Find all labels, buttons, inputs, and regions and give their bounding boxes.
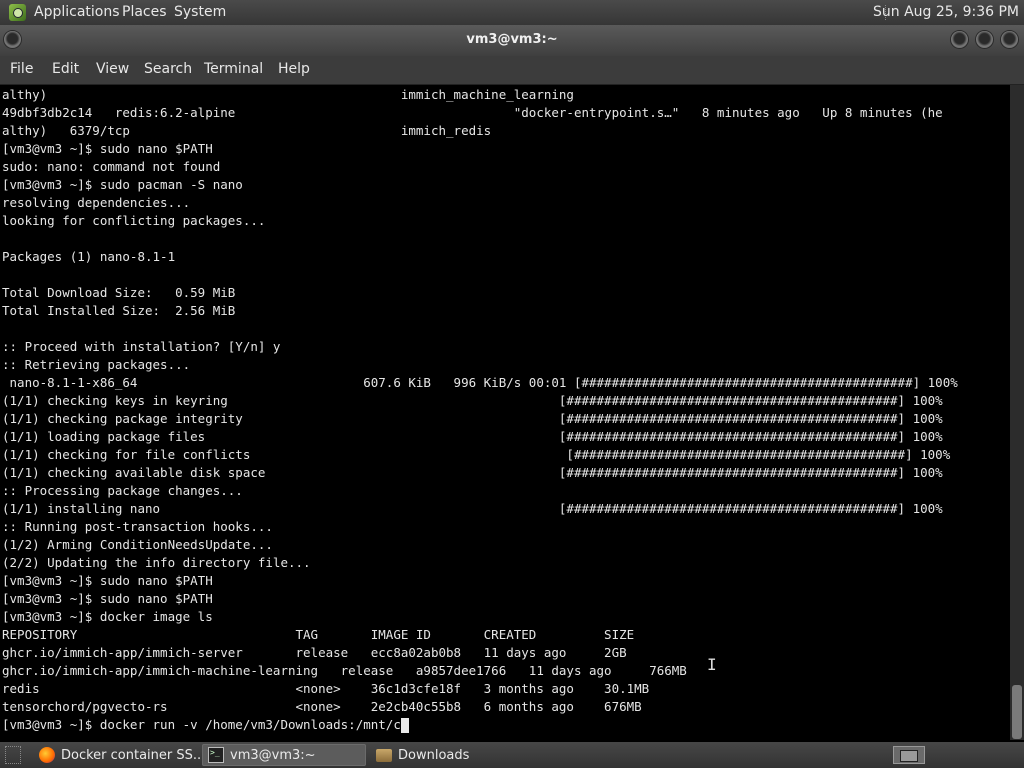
terminal-line: (1/1) checking keys in keyring [########… (2, 393, 943, 408)
terminal-icon (208, 747, 224, 763)
window-title: vm3@vm3:~ (466, 32, 558, 47)
terminal-line: :: Running post-transaction hooks... (2, 519, 273, 534)
terminal-scrollbar[interactable] (1010, 85, 1024, 740)
terminal-line: (1/1) checking available disk space [###… (2, 465, 943, 480)
terminal-line: althy) 6379/tcp immich_redis (2, 123, 492, 138)
terminal-line: :: Retrieving packages... (2, 357, 191, 372)
terminal-line: ghcr.io/immich-app/immich-server release… (2, 645, 627, 660)
terminal-line: (2/2) Updating the info directory file..… (2, 555, 311, 570)
terminal-line: [vm3@vm3 ~]$ docker run -v /home/vm3/Dow… (2, 717, 401, 732)
terminal-line: nano-8.1-1-x86_64 607.6 KiB 996 KiB/s 00… (2, 375, 958, 390)
terminal-output[interactable]: althy) immich_machine_learning 49dbf3db2c… (0, 85, 1010, 740)
show-desktop-button[interactable] (5, 746, 21, 764)
applications-menu[interactable]: Applications (34, 4, 120, 20)
terminal-line: (1/2) Arming ConditionNeedsUpdate... (2, 537, 273, 552)
terminal-line: tensorchord/pgvecto-rs <none> 2e2cb40c55… (2, 699, 642, 714)
terminal-line: Total Installed Size: 2.56 MiB (2, 303, 236, 318)
terminal-line: :: Proceed with installation? [Y/n] y (2, 339, 281, 354)
bottom-panel: Docker container SS... vm3@vm3:~ Downloa… (0, 742, 1024, 768)
terminal-line: redis <none> 36c1d3cfe18f 3 months ago 3… (2, 681, 650, 696)
terminal-line: looking for conflicting packages... (2, 213, 266, 228)
terminal-line: (1/1) checking package integrity [######… (2, 411, 943, 426)
menu-help[interactable]: Help (278, 61, 310, 77)
workspace-switcher[interactable] (893, 746, 925, 764)
menu-search[interactable]: Search (144, 61, 192, 77)
clock[interactable]: Sun Aug 25, 9:36 PM (873, 4, 1019, 20)
close-button[interactable] (1001, 31, 1018, 48)
terminal-line: Packages (1) nano-8.1-1 (2, 249, 176, 264)
menu-file[interactable]: File (10, 61, 33, 77)
terminal-line: REPOSITORY TAG IMAGE ID CREATED SIZE (2, 627, 635, 642)
terminal-line: (1/1) loading package files [###########… (2, 429, 943, 444)
places-menu[interactable]: Places (122, 4, 167, 20)
top-panel: Applications Places System Sun Aug 25, 9… (0, 0, 1024, 25)
minimize-button[interactable] (951, 31, 968, 48)
text-cursor (401, 718, 409, 733)
terminal-line: :: Processing package changes... (2, 483, 243, 498)
terminal-line: [vm3@vm3 ~]$ docker image ls (2, 609, 213, 624)
terminal-line: ghcr.io/immich-app/immich-machine-learni… (2, 663, 687, 678)
menu-bar: File Edit View Search Terminal Help (0, 56, 1024, 85)
firefox-icon (39, 747, 55, 763)
terminal-line: sudo: nano: command not found (2, 159, 221, 174)
terminal-line: [vm3@vm3 ~]$ sudo nano $PATH (2, 591, 213, 606)
task-label: vm3@vm3:~ (230, 748, 316, 763)
terminal-line: (1/1) checking for file conflicts [#####… (2, 447, 951, 462)
terminal-line: [vm3@vm3 ~]$ sudo nano $PATH (2, 141, 213, 156)
task-label: Downloads (398, 748, 470, 763)
terminal-line: (1/1) installing nano [#################… (2, 501, 943, 516)
terminal-line: [vm3@vm3 ~]$ sudo nano $PATH (2, 573, 213, 588)
menu-edit[interactable]: Edit (52, 61, 79, 77)
terminal-line: resolving dependencies... (2, 195, 191, 210)
maximize-button[interactable] (976, 31, 993, 48)
terminal-line: Total Download Size: 0.59 MiB (2, 285, 236, 300)
terminal-line: 49dbf3db2c14 redis:6.2-alpine "docker-en… (2, 105, 943, 120)
task-downloads[interactable]: Downloads (370, 744, 535, 766)
task-terminal[interactable]: vm3@vm3:~ (202, 744, 366, 766)
task-label: Docker container SS... (61, 748, 206, 763)
task-firefox[interactable]: Docker container SS... (33, 744, 205, 766)
terminal-line: althy) immich_machine_learning (2, 87, 574, 102)
gnome-foot-icon[interactable] (9, 4, 26, 21)
window-title-bar[interactable]: vm3@vm3:~ (0, 25, 1024, 56)
ibeam-cursor-icon: I (707, 655, 717, 674)
terminal-line: [vm3@vm3 ~]$ sudo pacman -S nano (2, 177, 243, 192)
menu-view[interactable]: View (96, 61, 129, 77)
menu-terminal[interactable]: Terminal (204, 61, 263, 77)
system-menu[interactable]: System (174, 4, 226, 20)
scrollbar-thumb[interactable] (1012, 685, 1022, 739)
folder-icon (376, 749, 392, 762)
